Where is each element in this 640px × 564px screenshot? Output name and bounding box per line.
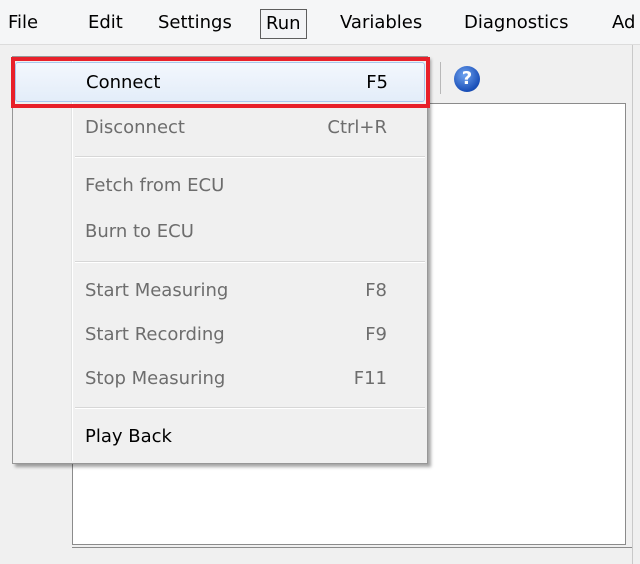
menu-diagnostics[interactable]: Diagnostics [464, 11, 568, 37]
menu-separator [75, 156, 425, 158]
menu-separator [75, 407, 425, 409]
menu-edit[interactable]: Edit [88, 11, 123, 37]
menu-settings[interactable]: Settings [158, 11, 232, 37]
highlight-annotation-box [11, 57, 430, 108]
menu-item-start-measuring[interactable]: Start Measuring F8 [15, 271, 425, 311]
menu-item-label: Fetch from ECU [85, 175, 225, 196]
menu-additional-truncated[interactable]: Ad [612, 11, 635, 37]
run-dropdown-menu: Connect F5 Disconnect Ctrl+R Fetch from … [12, 56, 428, 464]
help-icon[interactable]: ? [454, 66, 480, 92]
menu-item-shortcut: Ctrl+R [327, 117, 387, 138]
menu-item-label: Stop Measuring [85, 368, 226, 389]
menu-item-label: Play Back [85, 426, 172, 447]
menu-variables[interactable]: Variables [340, 11, 422, 37]
menu-item-play-back[interactable]: Play Back [15, 417, 425, 457]
menu-item-burn-to-ecu[interactable]: Burn to ECU [15, 212, 425, 252]
menu-item-label: Disconnect [85, 117, 185, 138]
panel-bottom-border [72, 547, 632, 548]
window-right-edge [632, 45, 640, 564]
menu-item-label: Start Measuring [85, 280, 229, 301]
menu-run[interactable]: Run [260, 9, 307, 39]
menu-bar: File Edit Settings Run Variables Diagnos… [0, 0, 640, 45]
menu-item-stop-measuring[interactable]: Stop Measuring F11 [15, 359, 425, 399]
menu-item-label: Start Recording [85, 324, 225, 345]
menu-separator [75, 261, 425, 263]
menu-item-start-recording[interactable]: Start Recording F9 [15, 315, 425, 355]
menu-item-shortcut: F8 [365, 280, 387, 301]
menu-item-shortcut: F9 [365, 324, 387, 345]
menu-item-label: Burn to ECU [85, 221, 194, 242]
menu-item-disconnect[interactable]: Disconnect Ctrl+R [15, 108, 425, 148]
menu-item-fetch-from-ecu[interactable]: Fetch from ECU [15, 166, 425, 206]
menu-item-shortcut: F11 [353, 368, 387, 389]
toolbar-separator [440, 62, 441, 94]
menu-file[interactable]: File [8, 11, 38, 37]
